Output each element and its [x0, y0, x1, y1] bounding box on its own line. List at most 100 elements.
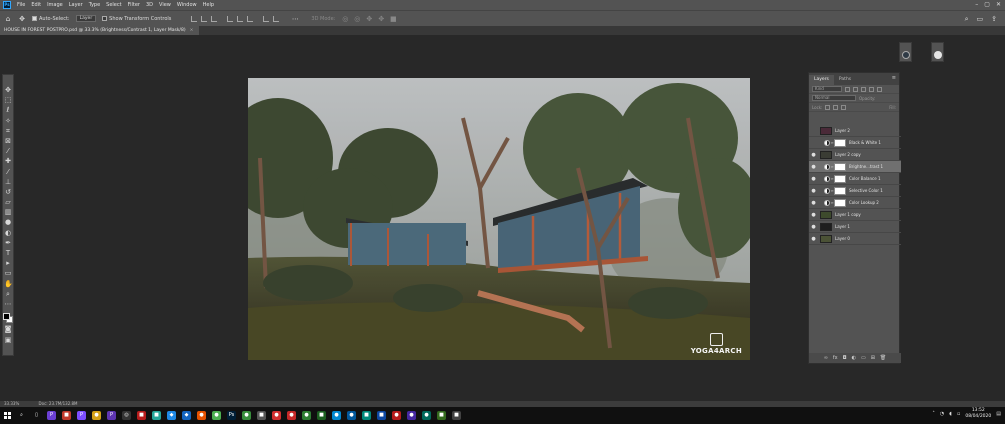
zoom-tool-icon[interactable]: ⌕ — [4, 290, 12, 298]
app-dark-icon[interactable]: ◎ — [122, 411, 131, 420]
search-icon[interactable]: ⌕ — [965, 15, 969, 24]
app-red-3-icon[interactable]: ● — [272, 411, 281, 420]
visibility-eye-icon[interactable]: ● — [809, 224, 818, 230]
visibility-eye-icon[interactable]: ● — [809, 128, 818, 134]
lock-all-icon[interactable] — [841, 104, 847, 110]
more-tools-icon[interactable]: ⋯ — [4, 300, 12, 308]
app-teal-3-icon[interactable]: ● — [422, 411, 431, 420]
app-gray-icon[interactable]: ■ — [257, 411, 266, 420]
tab-layers[interactable]: Layers — [809, 75, 834, 85]
app-purple-2-icon[interactable]: P — [77, 411, 86, 420]
new-group-icon[interactable]: ▭ — [861, 355, 866, 361]
move-tool-icon[interactable]: ✥ — [18, 15, 26, 23]
align-right-icon[interactable] — [247, 15, 254, 22]
delete-layer-icon[interactable]: 🗑 — [880, 355, 886, 361]
layer-thumbnail[interactable] — [820, 210, 832, 219]
app-green-3-icon[interactable]: ■ — [317, 411, 326, 420]
screen-mode-icon[interactable]: ▣ — [4, 336, 12, 344]
pen-tool-icon[interactable]: ✒ — [4, 239, 12, 247]
task-view-icon[interactable]: ▯ — [32, 411, 41, 420]
3d-orbit-icon[interactable]: ◎ — [341, 15, 349, 23]
share-icon[interactable]: ⇪ — [991, 15, 997, 24]
layer-row[interactable]: ● Layer 1 — [809, 221, 901, 233]
lasso-tool-icon[interactable]: ℓ — [4, 107, 12, 114]
app-gray-2-icon[interactable]: ■ — [452, 411, 461, 420]
start-button[interactable] — [0, 407, 14, 424]
align-middle-icon[interactable] — [201, 15, 208, 22]
visibility-eye-icon[interactable]: ● — [809, 152, 818, 158]
app-red-4-icon[interactable]: ● — [287, 411, 296, 420]
visibility-eye-icon[interactable]: ● — [809, 188, 818, 194]
menu-select[interactable]: Select — [103, 2, 124, 8]
visibility-eye-icon[interactable]: ● — [809, 212, 818, 218]
layer-thumbnail[interactable] — [820, 234, 832, 243]
app-chrome-icon[interactable]: ● — [212, 411, 221, 420]
menu-type[interactable]: Type — [86, 2, 103, 8]
auto-select-checkbox[interactable]: Auto-Select: — [32, 16, 70, 22]
lock-position-icon[interactable] — [833, 104, 839, 110]
layer-row[interactable]: ● Layer 1 copy — [809, 209, 901, 221]
more-options-icon[interactable]: ⋯ — [291, 15, 299, 23]
frame-tool-icon[interactable]: ⊠ — [4, 137, 12, 145]
eyedropper-tool-icon[interactable]: ⁄ — [4, 148, 12, 155]
menu-file[interactable]: File — [14, 2, 28, 8]
mini-panel-light[interactable] — [931, 42, 944, 62]
eraser-tool-icon[interactable]: ▱ — [4, 199, 12, 206]
app-yellow-icon[interactable]: ● — [92, 411, 101, 420]
layer-row[interactable]: ● Layer 0 — [809, 233, 901, 245]
transform-controls-checkbox[interactable]: Show Transform Controls — [102, 16, 171, 22]
history-brush-icon[interactable]: ↺ — [4, 188, 12, 196]
app-blue-3-icon[interactable]: ● — [332, 411, 341, 420]
mini-panel-color[interactable] — [899, 42, 912, 62]
link-layers-icon[interactable]: ∞ — [824, 355, 828, 361]
marquee-tool-icon[interactable]: ⬚ — [4, 97, 12, 104]
menu-layer[interactable]: Layer — [66, 2, 86, 8]
workspace-icon[interactable]: ▭ — [977, 15, 984, 24]
app-teal-icon[interactable]: ■ — [152, 411, 161, 420]
app-blue-5-icon[interactable]: ■ — [377, 411, 386, 420]
menu-3d[interactable]: 3D — [143, 2, 156, 8]
app-red-5-icon[interactable]: ● — [392, 411, 401, 420]
menu-filter[interactable]: Filter — [125, 2, 143, 8]
3d-drag-icon[interactable]: ✥ — [365, 15, 373, 23]
lock-pixels-icon[interactable] — [825, 104, 831, 110]
brush-tool-icon[interactable]: ⁄ — [4, 168, 12, 176]
app-red-2-icon[interactable]: ■ — [137, 411, 146, 420]
menu-edit[interactable]: Edit — [28, 2, 44, 8]
layer-mask-thumbnail[interactable] — [834, 138, 846, 147]
menu-view[interactable]: View — [156, 2, 174, 8]
filter-shape-icon[interactable] — [869, 86, 874, 92]
language-icon[interactable]: ▫ — [957, 411, 960, 417]
add-mask-icon[interactable]: ◘ — [843, 355, 847, 361]
app-teal-2-icon[interactable]: ■ — [362, 411, 371, 420]
visibility-eye-icon[interactable]: ● — [809, 176, 818, 182]
foreground-color-swatch[interactable] — [3, 313, 10, 321]
color-swatches[interactable] — [3, 313, 13, 324]
layer-mask-thumbnail[interactable] — [834, 174, 846, 183]
filter-type-icon[interactable] — [861, 86, 866, 92]
gradient-tool-icon[interactable]: ▥ — [4, 209, 12, 216]
type-tool-icon[interactable]: T — [4, 250, 12, 257]
app-purple-4-icon[interactable]: ● — [407, 411, 416, 420]
menu-image[interactable]: Image — [44, 2, 66, 8]
app-green-4-icon[interactable]: ■ — [437, 411, 446, 420]
new-adjustment-icon[interactable]: ◐ — [852, 355, 856, 361]
align-top-icon[interactable] — [191, 15, 198, 22]
zoom-level[interactable]: 33.33% — [4, 401, 19, 406]
align-left-icon[interactable] — [227, 15, 234, 22]
align-bottom-icon[interactable] — [211, 15, 218, 22]
distribute-icon[interactable] — [263, 15, 270, 22]
document-canvas[interactable]: YOGA4ARCH — [248, 78, 750, 360]
tray-chevron-icon[interactable]: ˄ — [932, 411, 935, 417]
layer-row[interactable]: ● ∞ Selective Color 1 — [809, 185, 901, 197]
distribute-2-icon[interactable] — [273, 15, 280, 22]
visibility-eye-icon[interactable]: ● — [809, 140, 818, 146]
visibility-eye-icon[interactable]: ● — [809, 200, 818, 206]
3d-roll-icon[interactable]: ◎ — [353, 15, 361, 23]
layer-thumbnail[interactable] — [820, 222, 832, 231]
clone-stamp-icon[interactable]: ⊥ — [4, 178, 12, 186]
visibility-eye-icon[interactable]: ● — [809, 236, 818, 242]
minimize-icon[interactable]: – — [975, 1, 978, 8]
network-icon[interactable]: ◔ — [940, 411, 944, 417]
layer-mask-thumbnail[interactable] — [834, 198, 846, 207]
